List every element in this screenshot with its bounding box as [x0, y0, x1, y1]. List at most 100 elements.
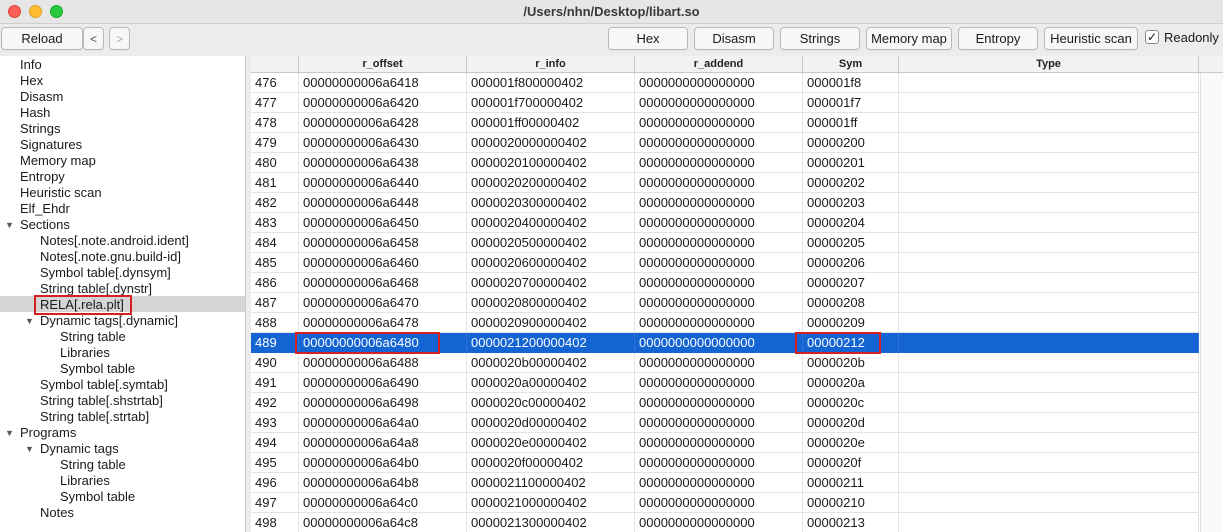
- tree-item-entropy[interactable]: Entropy: [20, 169, 65, 185]
- r-info-cell: 0000020600000402: [467, 253, 635, 273]
- tree-item-strings[interactable]: Strings: [20, 121, 60, 137]
- table-row[interactable]: 496 00000000006a64b8 0000021100000402 00000…: [251, 473, 1199, 493]
- tree-item-libraries[interactable]: Libraries: [60, 473, 110, 489]
- table-row[interactable]: 497 00000000006a64c0 0000021000000402 00000…: [251, 493, 1199, 513]
- table-row[interactable]: 479 00000000006a6430 0000020000000402 00000…: [251, 133, 1199, 153]
- table-row[interactable]: 492 00000000006a6498 0000020c00000402 00000…: [251, 393, 1199, 413]
- sym-cell: 00000206: [803, 253, 899, 273]
- tree-item-symbol-table-symtab[interactable]: Symbol table[.symtab]: [40, 377, 168, 393]
- table-row[interactable]: 482 00000000006a6448 0000020300000402 00000…: [251, 193, 1199, 213]
- row-number-cell: 485: [251, 253, 299, 273]
- r-offset-cell: 00000000006a64c8: [299, 513, 467, 532]
- tree-item-notes[interactable]: Notes: [40, 505, 74, 521]
- row-number-cell: 491: [251, 373, 299, 393]
- type-cell: [899, 153, 1199, 173]
- table-row[interactable]: 487 00000000006a6470 0000020800000402 00000…: [251, 293, 1199, 313]
- r-offset-cell: 00000000006a6468: [299, 273, 467, 293]
- tree-item-notes-note-gnu-build-id[interactable]: Notes[.note.gnu.build-id]: [40, 249, 181, 265]
- tree-item-programs[interactable]: ▼ Programs: [5, 425, 76, 441]
- r-offset-cell: 00000000006a6428: [299, 113, 467, 133]
- table-row[interactable]: 495 00000000006a64b0 0000020f00000402 00000…: [251, 453, 1199, 473]
- column-header-r-info[interactable]: r_info: [467, 56, 635, 73]
- column-header-type[interactable]: Type: [899, 56, 1199, 73]
- table-row[interactable]: 498 00000000006a64c8 0000021300000402 00000…: [251, 513, 1199, 532]
- back-button[interactable]: <: [83, 27, 104, 50]
- r-info-cell: 0000020c00000402: [467, 393, 635, 413]
- table-row[interactable]: 488 00000000006a6478 0000020900000402 00000…: [251, 313, 1199, 333]
- r-addend-cell: 0000000000000000: [635, 193, 803, 213]
- tree-item-hash[interactable]: Hash: [20, 105, 50, 121]
- table-row[interactable]: 477 00000000006a6420 000001f700000402 00000…: [251, 93, 1199, 113]
- r-offset-cell: 00000000006a64b8: [299, 473, 467, 493]
- expand-arrow-icon[interactable]: ▼: [25, 313, 34, 329]
- r-offset-cell: 00000000006a6498: [299, 393, 467, 413]
- table-row[interactable]: 489 00000000006a6480 0000021200000402 00000…: [251, 333, 1199, 353]
- r-info-cell: 0000020200000402: [467, 173, 635, 193]
- hex-button[interactable]: Hex: [608, 27, 688, 50]
- tree-item-sections[interactable]: ▼ Sections: [5, 217, 70, 233]
- tree-item-rela-rela-plt[interactable]: RELA[.rela.plt]: [40, 297, 124, 313]
- vertical-scrollbar[interactable]: [1200, 73, 1223, 532]
- table-row[interactable]: 490 00000000006a6488 0000020b00000402 00000…: [251, 353, 1199, 373]
- r-offset-cell: 00000000006a6470: [299, 293, 467, 313]
- strings-button[interactable]: Strings: [780, 27, 860, 50]
- table-row[interactable]: 484 00000000006a6458 0000020500000402 00000…: [251, 233, 1199, 253]
- readonly-label: Readonly: [1164, 30, 1219, 45]
- sym-cell: 00000207: [803, 273, 899, 293]
- column-header-r-addend[interactable]: r_addend: [635, 56, 803, 73]
- tree-item-dynamic-tags[interactable]: ▼ Dynamic tags: [25, 441, 119, 457]
- column-header-r-offset[interactable]: r_offset: [299, 56, 467, 73]
- r-addend-cell: 0000000000000000: [635, 113, 803, 133]
- table-row[interactable]: 485 00000000006a6460 0000020600000402 00000…: [251, 253, 1199, 273]
- readonly-checkbox[interactable]: ✓: [1145, 30, 1159, 44]
- tree-item-string-table-dynstr[interactable]: String table[.dynstr]: [40, 281, 152, 297]
- table-row[interactable]: 480 00000000006a6438 0000020100000402 00000…: [251, 153, 1199, 173]
- sym-cell: 0000020f: [803, 453, 899, 473]
- column-header-sym[interactable]: Sym: [803, 56, 899, 73]
- tree-item-label: RELA[.rela.plt]: [40, 297, 124, 312]
- tree-item-memory-map[interactable]: Memory map: [20, 153, 96, 169]
- tree-item-symbol-table-dynsym[interactable]: Symbol table[.dynsym]: [40, 265, 171, 281]
- table-row[interactable]: 493 00000000006a64a0 0000020d00000402 00000…: [251, 413, 1199, 433]
- toolbar: Reload < > Hex Disasm Strings Memory map…: [0, 24, 1223, 54]
- type-cell: [899, 413, 1199, 433]
- tree-item-symbol-table[interactable]: Symbol table: [60, 361, 135, 377]
- tree-item-string-table-shstrtab[interactable]: String table[.shstrtab]: [40, 393, 163, 409]
- table-row[interactable]: 486 00000000006a6468 0000020700000402 00000…: [251, 273, 1199, 293]
- tree-item-string-table[interactable]: String table: [60, 329, 126, 345]
- tree-item-signatures[interactable]: Signatures: [20, 137, 82, 153]
- heuristic-scan-button[interactable]: Heuristic scan: [1044, 27, 1138, 50]
- disasm-button[interactable]: Disasm: [694, 27, 774, 50]
- tree-item-info[interactable]: Info: [20, 57, 42, 73]
- table-row[interactable]: 483 00000000006a6450 0000020400000402 00000…: [251, 213, 1199, 233]
- table-row[interactable]: 478 00000000006a6428 000001ff00000402 00000…: [251, 113, 1199, 133]
- tree-item-elf-ehdr[interactable]: Elf_Ehdr: [20, 201, 70, 217]
- tree-item-string-table[interactable]: String table: [60, 457, 126, 473]
- r-offset-cell: 00000000006a6438: [299, 153, 467, 173]
- r-addend-cell: 0000000000000000: [635, 213, 803, 233]
- entropy-button[interactable]: Entropy: [958, 27, 1038, 50]
- forward-button[interactable]: >: [109, 27, 130, 50]
- r-info-cell: 0000020500000402: [467, 233, 635, 253]
- table-row[interactable]: 476 00000000006a6418 000001f800000402 00000…: [251, 73, 1199, 93]
- tree-item-label: Memory map: [20, 153, 96, 168]
- r-info-cell: 000001f800000402: [467, 73, 635, 93]
- tree-item-notes-note-android-ident[interactable]: Notes[.note.android.ident]: [40, 233, 189, 249]
- tree-item-dynamic-tags-dynamic[interactable]: ▼ Dynamic tags[.dynamic]: [25, 313, 178, 329]
- tree-item-libraries[interactable]: Libraries: [60, 345, 110, 361]
- tree-item-string-table-strtab[interactable]: String table[.strtab]: [40, 409, 149, 425]
- memory-map-button[interactable]: Memory map: [866, 27, 952, 50]
- table-row[interactable]: 494 00000000006a64a8 0000020e00000402 00000…: [251, 433, 1199, 453]
- tree-item-symbol-table[interactable]: Symbol table: [60, 489, 135, 505]
- table-row[interactable]: 481 00000000006a6440 0000020200000402 00000…: [251, 173, 1199, 193]
- expand-arrow-icon[interactable]: ▼: [5, 425, 14, 441]
- expand-arrow-icon[interactable]: ▼: [25, 441, 34, 457]
- expand-arrow-icon[interactable]: ▼: [5, 217, 14, 233]
- table-row[interactable]: 491 00000000006a6490 0000020a00000402 00000…: [251, 373, 1199, 393]
- tree-item-hex[interactable]: Hex: [20, 73, 43, 89]
- sym-cell: 00000200: [803, 133, 899, 153]
- reload-button[interactable]: Reload: [1, 27, 83, 50]
- sym-cell: 000001f7: [803, 93, 899, 113]
- tree-item-heuristic-scan[interactable]: Heuristic scan: [20, 185, 102, 201]
- tree-item-disasm[interactable]: Disasm: [20, 89, 63, 105]
